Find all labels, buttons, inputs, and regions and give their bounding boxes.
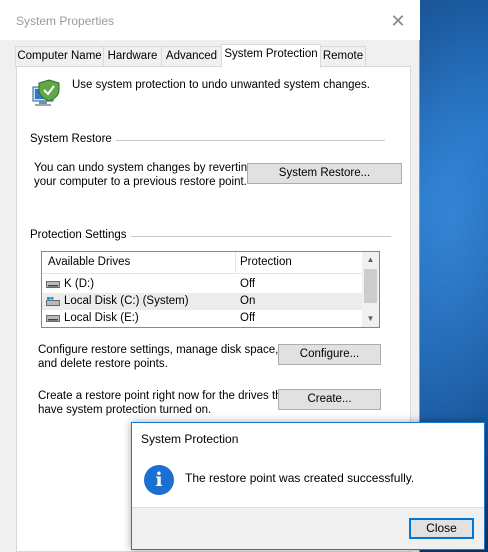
drive-icon [46,315,60,322]
create-description: Create a restore point right now for the… [38,390,292,416]
intro-text: Use system protection to undo unwanted s… [72,79,370,91]
drive-name: K (D:) [64,278,95,290]
drive-protection: On [240,295,256,307]
list-item[interactable]: Local Disk (E:) Off [42,310,362,327]
system-protection-dialog: System Protection i The restore point wa… [131,422,485,550]
window-title: System Properties [16,14,115,28]
system-protection-icon [32,79,60,106]
title-bar: System Properties ✕ [0,0,420,40]
system-restore-description: You can undo system changes by reverting… [34,162,254,188]
drives-list[interactable]: Available Drives Protection K (D:) Off L… [41,251,380,328]
column-header-protection[interactable]: Protection [240,256,292,268]
protection-settings-heading: Protection Settings [30,229,131,241]
close-button[interactable]: Close [409,518,474,539]
drive-protection: Off [240,278,256,290]
create-button[interactable]: Create... [278,389,381,410]
column-header-available-drives[interactable]: Available Drives [48,256,130,268]
tab-hardware[interactable]: Hardware [103,46,162,67]
column-separator [235,252,236,274]
tab-computer-name[interactable]: Computer Name [15,46,104,67]
dialog-message: The restore point was created successful… [185,471,415,485]
drive-name: Local Disk (E:) [64,312,139,324]
system-drive-icon [46,297,60,306]
close-window-icon[interactable]: ✕ [386,9,410,33]
drive-name: Local Disk (C:) (System) [64,295,189,307]
configure-description: Configure restore settings, manage disk … [38,344,279,370]
divider [113,140,385,141]
system-restore-button[interactable]: System Restore... [247,163,402,184]
scroll-up-icon[interactable]: ▲ [362,252,379,268]
list-item[interactable]: K (D:) Off [42,276,362,293]
divider [123,236,391,237]
list-header: Available Drives Protection [42,252,362,274]
scroll-thumb[interactable] [364,269,377,303]
tab-system-protection[interactable]: System Protection [221,44,321,68]
list-item[interactable]: Local Disk (C:) (System) On [42,293,362,310]
tab-advanced[interactable]: Advanced [161,46,222,67]
drive-protection: Off [240,312,256,324]
info-icon: i [144,465,174,495]
scroll-down-icon[interactable]: ▼ [362,311,379,327]
vertical-scrollbar[interactable]: ▲ ▼ [362,252,379,327]
dialog-footer: Close [132,507,484,549]
tab-remote[interactable]: Remote [320,46,366,67]
drive-icon [46,281,60,288]
system-restore-heading: System Restore [30,133,116,145]
dialog-title: System Protection [141,432,239,446]
configure-button[interactable]: Configure... [278,344,381,365]
